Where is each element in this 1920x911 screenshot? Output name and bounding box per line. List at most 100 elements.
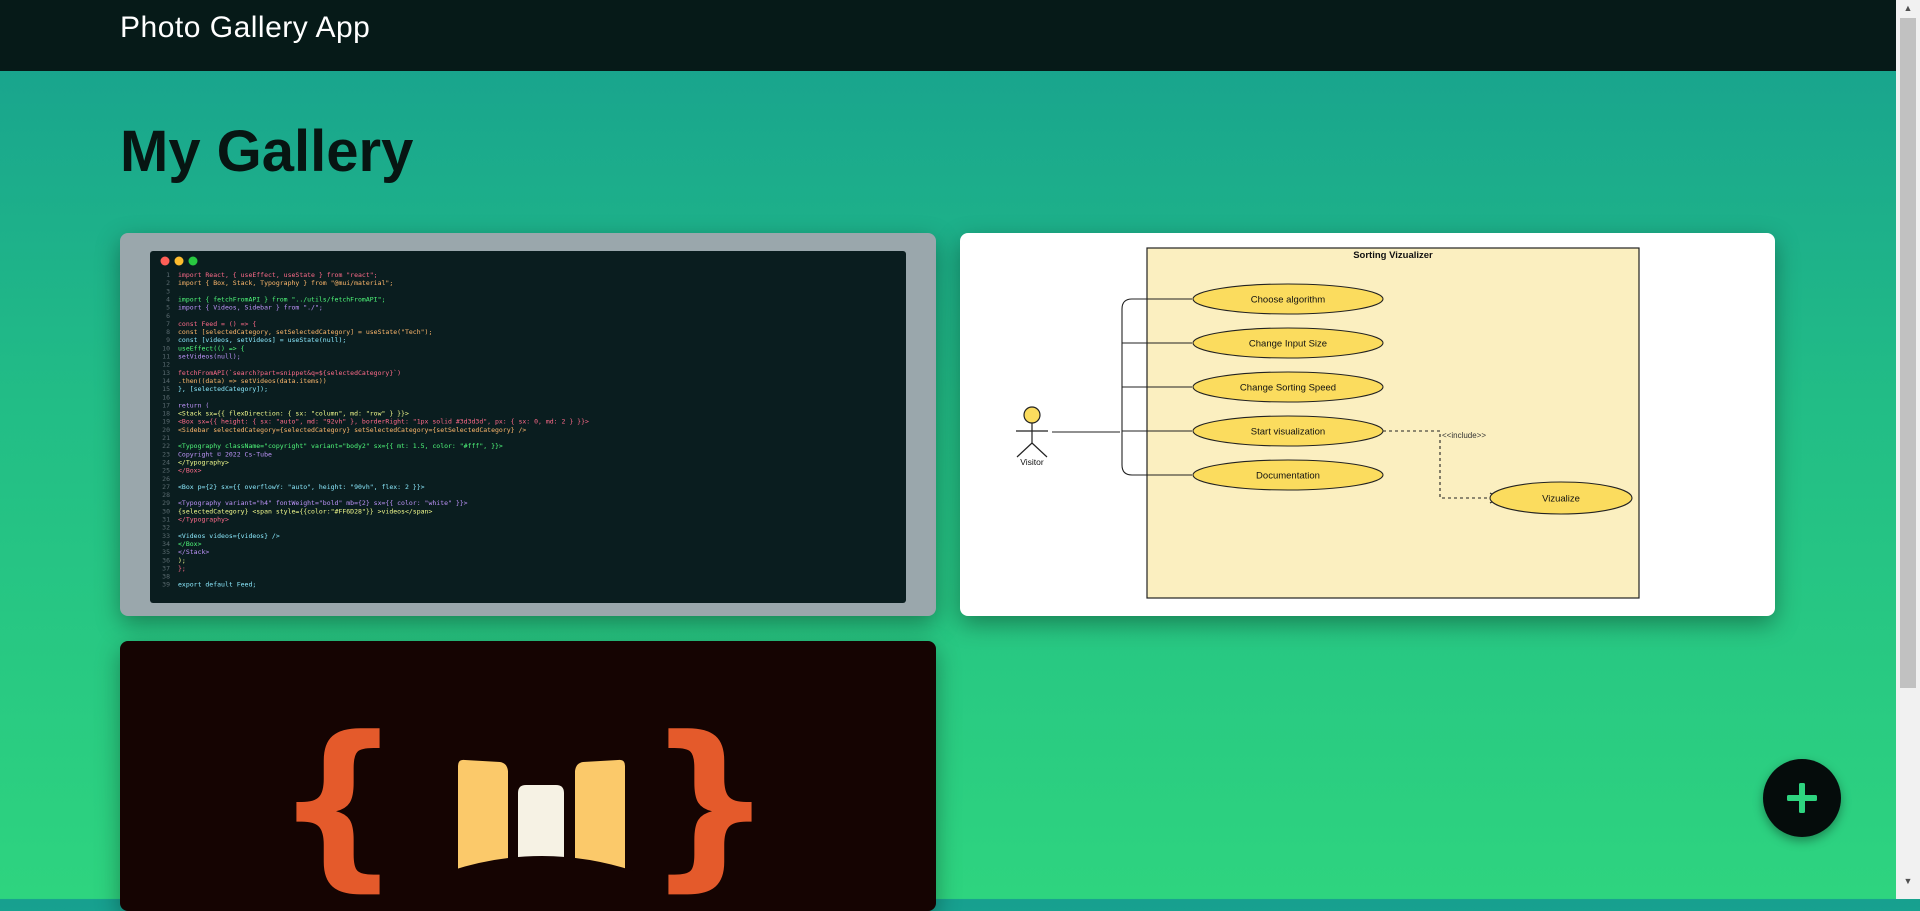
vertical-scrollbar[interactable]: ▲ ▼ [1896, 0, 1920, 899]
use-case-label: Start visualization [1251, 427, 1325, 438]
code-line-number: 9 [166, 336, 170, 344]
use-case-label: Change Input Size [1249, 339, 1327, 350]
code-line-number: 33 [162, 532, 170, 540]
code-line-number: 13 [162, 369, 170, 377]
right-brace: } [646, 699, 774, 908]
window-maximize-dot [188, 256, 198, 266]
code-line-number: 37 [162, 564, 170, 572]
code-line: </Typography> [178, 458, 229, 466]
scroll-down-arrow-icon[interactable]: ▼ [1896, 873, 1920, 889]
code-line-number: 1 [166, 271, 170, 279]
code-line-number: 15 [162, 385, 170, 393]
code-line-number: 17 [162, 401, 170, 409]
use-case-1: Choose algorithm [1192, 283, 1384, 315]
code-line-number: 18 [162, 410, 170, 418]
use-case-4: Start visualization [1192, 415, 1384, 447]
code-line-number: 34 [162, 540, 170, 548]
code-line-number: 6 [166, 312, 170, 320]
code-line: </Typography> [178, 516, 229, 524]
actor-stick-figure [1016, 406, 1048, 458]
code-line-number: 3 [166, 287, 170, 295]
scrollbar-thumb[interactable] [1900, 18, 1916, 688]
window-minimize-dot [174, 256, 184, 266]
code-line: const [selectedCategory, setSelectedCate… [178, 328, 432, 336]
code-line: const [videos, setVideos] = useState(nul… [178, 336, 346, 344]
code-line: {selectedCategory} <span style={{color:"… [178, 507, 432, 515]
use-case-vizualize: Vizualize [1489, 481, 1633, 515]
code-line: useEffect(() => { [178, 344, 245, 352]
code-line-number: 12 [162, 361, 170, 369]
code-line: .then((data) => setVideos(data.items)) [178, 377, 327, 385]
use-case-2: Change Input Size [1192, 327, 1384, 359]
window-close-dot [160, 256, 170, 266]
code-line: <Typography variant="h4" fontWeight="bol… [178, 499, 468, 507]
code-line-number: 20 [162, 426, 170, 434]
gallery-image-logo[interactable]: { } [120, 641, 936, 911]
code-line-number: 25 [162, 467, 170, 475]
use-case-diagram: Sorting Vizualizer Visitor Choose algori… [1016, 247, 1640, 599]
code-line: <Stack sx={{ flexDirection: { sx: "colum… [178, 410, 409, 418]
use-case-label: Choose algorithm [1251, 295, 1326, 306]
code-line: }, [selectedCategory]); [178, 385, 268, 393]
code-line-number: 21 [162, 434, 170, 442]
code-line-number: 36 [162, 556, 170, 564]
use-case-label: Vizualize [1542, 494, 1580, 505]
plus-icon [1787, 783, 1817, 813]
code-line-number: 26 [162, 475, 170, 483]
code-line-number: 27 [162, 483, 170, 491]
gallery-image-diagram[interactable]: Sorting Vizualizer Visitor Choose algori… [960, 233, 1775, 616]
code-line-number: 39 [162, 581, 170, 589]
use-case-3: Change Sorting Speed [1192, 371, 1384, 403]
code-line: </Box> [178, 540, 202, 548]
app-title: Photo Gallery App [120, 11, 371, 44]
code-line: setVideos(null); [178, 353, 241, 361]
code-line: <Typography className="copyright" varian… [178, 442, 503, 450]
code-line: <Box sx={{ height: { sx: "auto", md: "92… [178, 418, 589, 426]
code-line: Copyright © 2022 Cs-Tube [178, 450, 272, 458]
code-line-number: 7 [166, 320, 170, 328]
code-line: const Feed = () => { [178, 320, 256, 328]
code-line: fetchFromAPI(`search?part=snippet&q=${se… [178, 369, 401, 377]
code-line-number: 4 [166, 295, 170, 303]
top-app-bar: Photo Gallery App [0, 0, 1896, 71]
code-line: export default Feed; [178, 581, 256, 589]
code-line: ); [178, 556, 186, 564]
actor-label: Visitor [1020, 457, 1044, 467]
books-logo: { } [274, 699, 774, 908]
diagram-title: Sorting Vizualizer [1353, 250, 1433, 261]
code-line-number: 2 [166, 279, 170, 287]
code-screenshot: 1 import React, { useEffect, useState } f… [150, 251, 906, 603]
left-brace: { [274, 699, 402, 908]
page-title: My Gallery [120, 119, 414, 184]
scroll-up-arrow-icon[interactable]: ▲ [1896, 0, 1920, 16]
code-line-number: 28 [162, 491, 170, 499]
code-line-number: 19 [162, 418, 170, 426]
gallery-image-code[interactable]: 1 import React, { useEffect, useState } f… [120, 233, 936, 616]
add-photo-button[interactable] [1763, 759, 1841, 837]
code-line-number: 29 [162, 499, 170, 507]
code-line: <Videos videos={videos} /> [178, 532, 280, 540]
code-line: import { Videos, Sidebar } from "./"; [178, 304, 323, 312]
code-line-number: 8 [166, 328, 170, 336]
code-line: </Stack> [178, 548, 209, 556]
code-line-number: 16 [162, 393, 170, 401]
code-line-number: 35 [162, 548, 170, 556]
use-case-5: Documentation [1192, 459, 1384, 491]
code-line-number: 31 [162, 516, 170, 524]
code-line: return ( [178, 401, 209, 409]
code-line-number: 24 [162, 458, 170, 466]
use-case-label: Change Sorting Speed [1240, 383, 1336, 394]
include-label: <<include>> [1442, 431, 1486, 440]
code-line-number: 22 [162, 442, 170, 450]
code-line: <Box p={2} sx={{ overflowY: "auto", heig… [178, 483, 425, 491]
code-line: </Box> [178, 467, 202, 475]
use-case-label: Documentation [1256, 471, 1320, 482]
code-line-number: 32 [162, 524, 170, 532]
code-line: import { Box, Stack, Typography } from "… [178, 279, 393, 287]
code-line-number: 14 [162, 377, 170, 385]
code-line-number: 23 [162, 450, 170, 458]
code-line-number: 10 [162, 344, 170, 352]
code-line: <Sidebar selectedCategory={selectedCateg… [178, 426, 526, 434]
code-line: import { fetchFromAPI } from "../utils/f… [178, 295, 385, 303]
code-line: import React, { useEffect, useState } fr… [178, 271, 378, 279]
